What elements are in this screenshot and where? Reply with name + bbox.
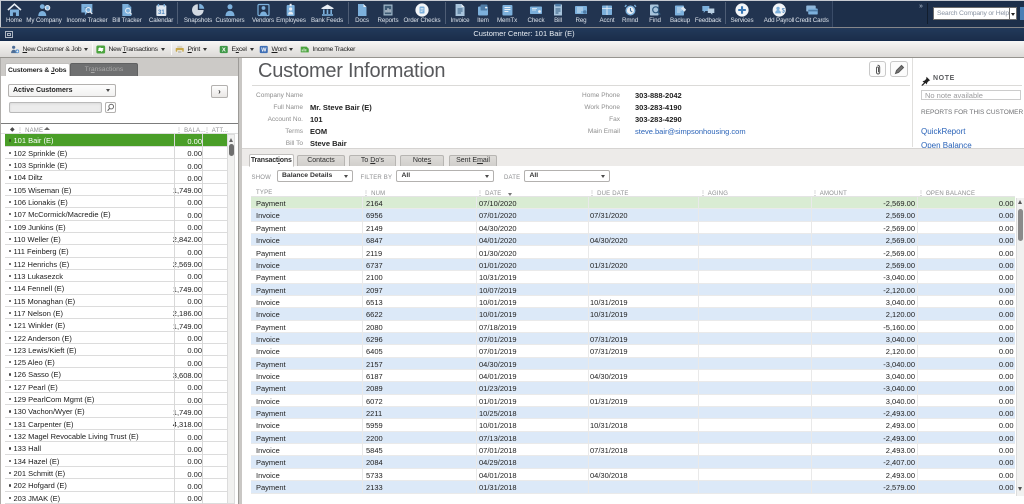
svg-text:X: X (222, 48, 226, 54)
svg-text:31: 31 (158, 10, 165, 16)
